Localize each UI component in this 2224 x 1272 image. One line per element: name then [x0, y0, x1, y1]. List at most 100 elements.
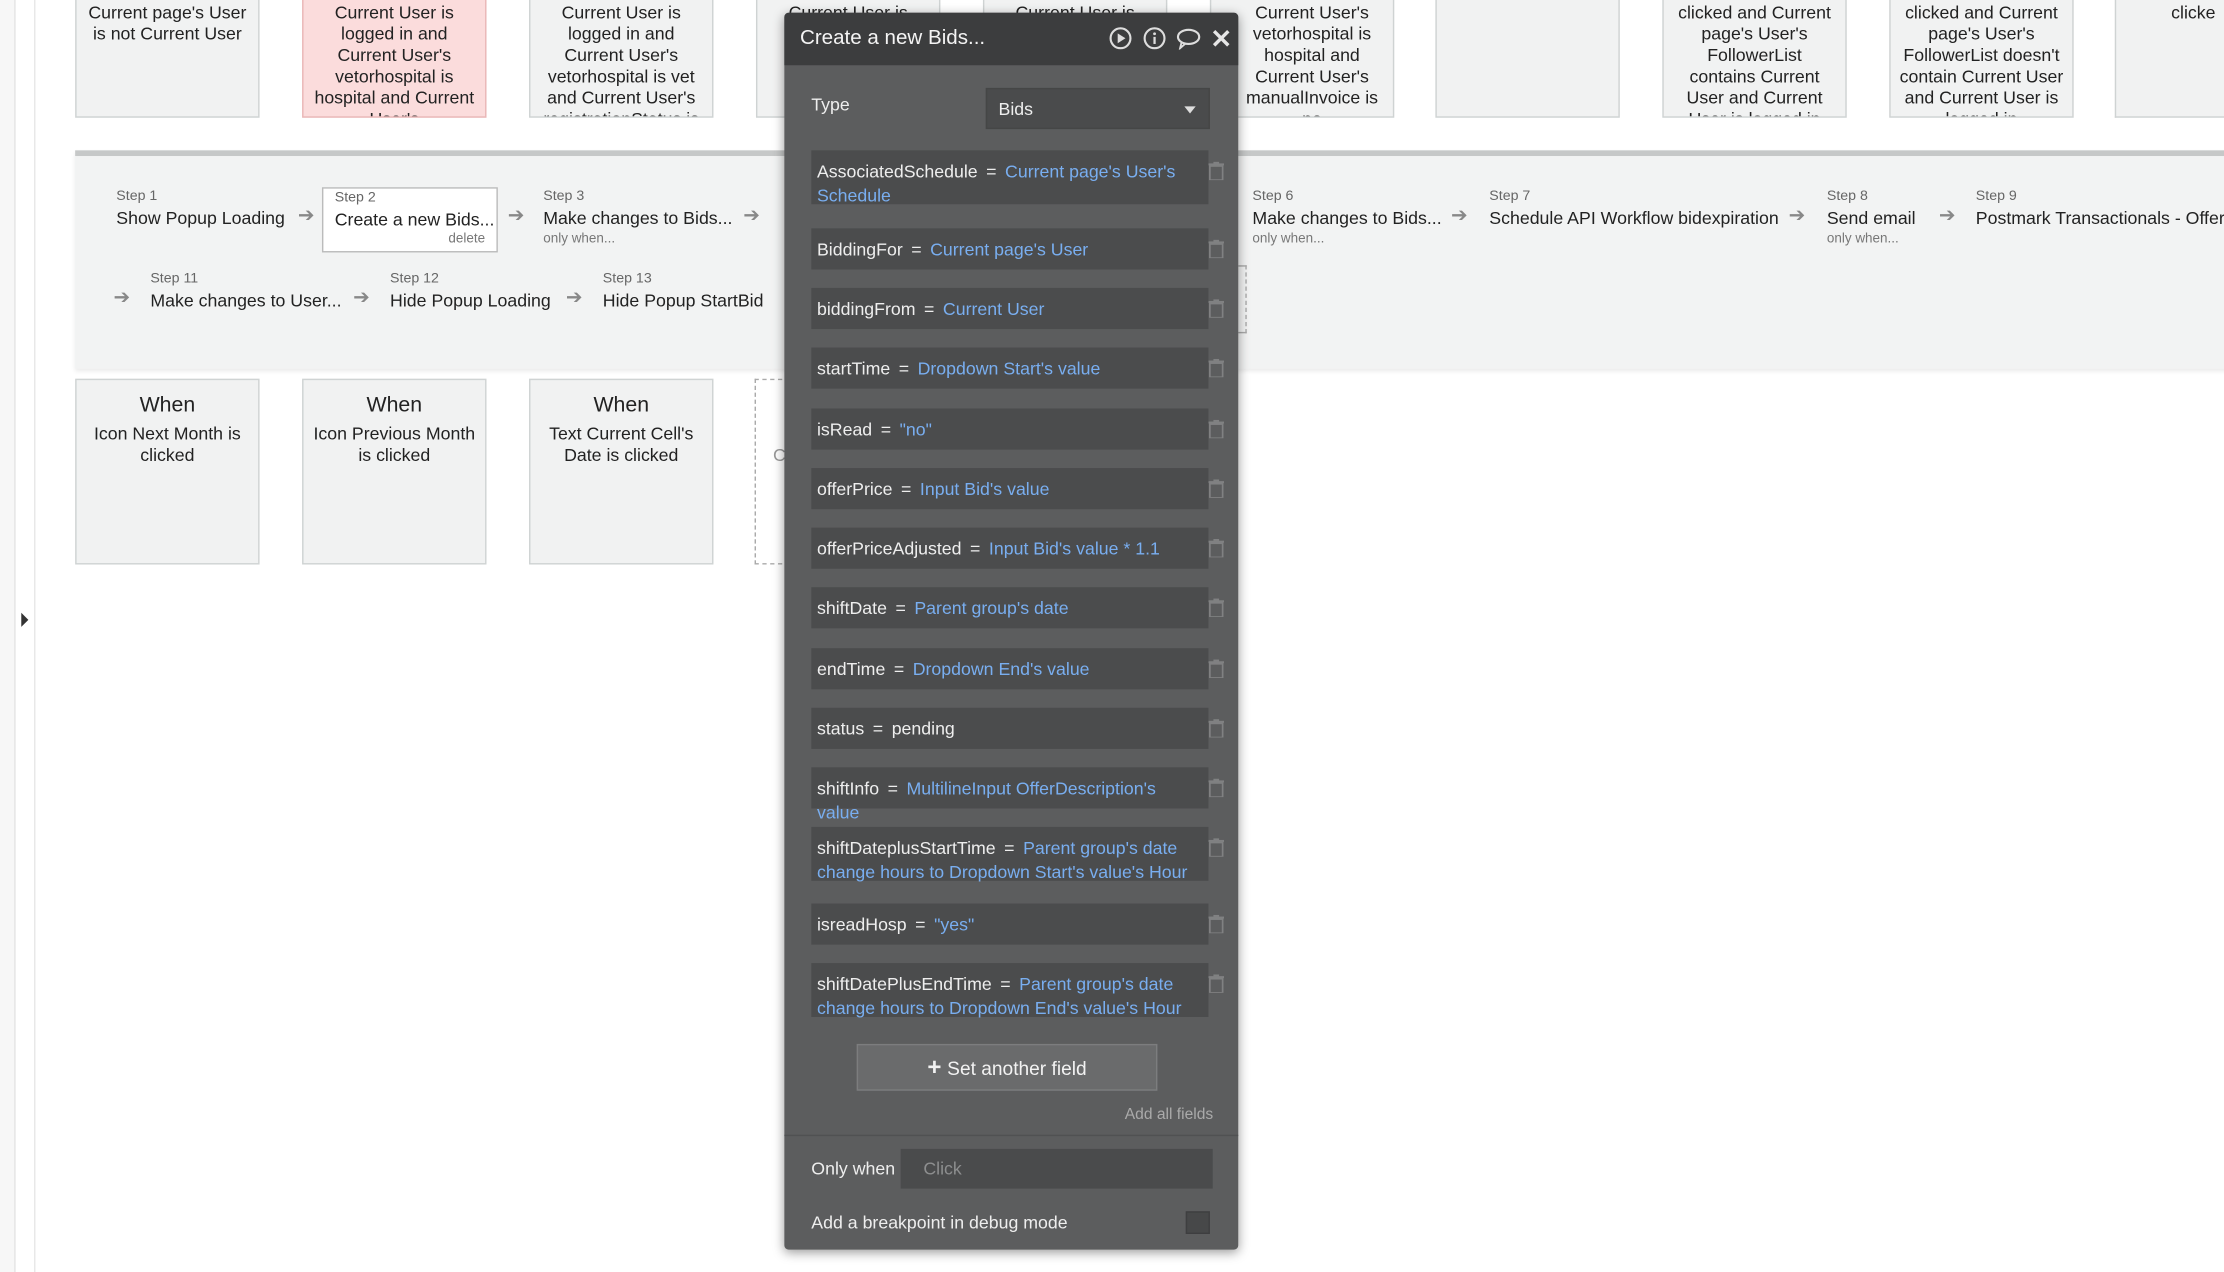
- trash-icon[interactable]: [1208, 659, 1225, 680]
- field-value-expression[interactable]: Dropdown Start's value: [918, 359, 1101, 379]
- field-row[interactable]: offerPrice = Input Bid's value: [811, 468, 1209, 510]
- field-value-expression[interactable]: Current User: [943, 299, 1044, 319]
- comment-icon[interactable]: [1176, 27, 1202, 51]
- event-card[interactable]: When Icon Next Month is clicked: [75, 378, 260, 565]
- field-value-expression[interactable]: Input Bid's value: [920, 479, 1050, 499]
- only-when-input[interactable]: Click: [900, 1148, 1213, 1189]
- play-icon[interactable]: [1109, 27, 1132, 50]
- field-value-expression[interactable]: Input Bid's value * 1.1: [989, 539, 1160, 559]
- field-row[interactable]: isRead = "no": [811, 408, 1209, 450]
- field-name: shiftDateplusStartTime: [816, 838, 996, 859]
- field-equals: =: [898, 358, 910, 379]
- close-icon[interactable]: [1210, 27, 1233, 50]
- create-thing-action-editor: Create a new Bids... Type Bids Associate…: [784, 12, 1239, 1250]
- add-all-fields-link[interactable]: Add all fields: [1125, 1106, 1213, 1123]
- field-name: isreadHosp: [816, 914, 907, 935]
- editor-title: Create a new Bids...: [799, 26, 986, 50]
- workflow-step[interactable]: Step 3 Make changes to Bids... only when…: [543, 189, 732, 247]
- trash-icon[interactable]: [1208, 914, 1225, 935]
- set-another-field-button[interactable]: + Set another field: [856, 1043, 1158, 1091]
- field-row[interactable]: shiftDateplusStartTime = Parent group's da…: [811, 826, 1209, 882]
- trash-icon[interactable]: [1208, 479, 1225, 499]
- event-card[interactable]: When Text Current Cell's Date is clicked: [529, 378, 714, 565]
- field-name: isRead: [816, 419, 873, 440]
- arrow-right-icon: ➔: [507, 202, 525, 226]
- event-card[interactable]: Current User is logged in and Current Us…: [302, 0, 487, 118]
- field-name: shiftDatePlusEndTime: [816, 974, 992, 995]
- field-equals: =: [986, 161, 997, 182]
- workflow-step[interactable]: Step 12 Hide Popup Loading: [390, 271, 551, 311]
- arrow-right-icon: ➔: [565, 285, 583, 308]
- delete-step-link[interactable]: delete: [448, 231, 485, 247]
- workflow-step[interactable]: Step 8 Send email only when...: [1827, 189, 1916, 247]
- field-row[interactable]: shiftDate = Parent group's date: [811, 587, 1209, 629]
- sidebar-divider: [34, 0, 36, 1272]
- field-row[interactable]: offerPriceAdjusted = Input Bid's value * 1…: [811, 527, 1209, 569]
- field-row[interactable]: isreadHosp = "yes": [811, 903, 1209, 945]
- event-card[interactable]: Current User is logged in and Current Us…: [529, 0, 714, 118]
- event-card[interactable]: clicked and Current page's User's Follow…: [1662, 0, 1847, 118]
- trash-icon[interactable]: [1208, 358, 1225, 379]
- arrow-right-icon: ➔: [1938, 202, 1956, 226]
- add-step-placeholder[interactable]: [1238, 265, 1247, 334]
- trash-icon[interactable]: [1208, 538, 1225, 559]
- field-row[interactable]: shiftDatePlusEndTime = Parent group's date…: [811, 963, 1209, 1018]
- field-row[interactable]: AssociatedSchedule = Current page's User's…: [811, 150, 1209, 206]
- field-name: shiftInfo: [816, 778, 880, 799]
- field-row[interactable]: endTime = Dropdown End's value: [811, 648, 1209, 690]
- field-row[interactable]: BiddingFor = Current page's User: [811, 228, 1209, 270]
- event-card[interactable]: clicke: [2114, 0, 2224, 118]
- field-equals: =: [887, 778, 898, 799]
- workflow-step[interactable]: Step 11 Make changes to User...: [150, 271, 341, 311]
- workflow-step[interactable]: Step 9 Postmark Transactionals - Offer R: [1976, 189, 2224, 229]
- event-card[interactable]: clicked and Current page's User's Follow…: [1889, 0, 2074, 118]
- field-row[interactable]: biddingFrom = Current User: [811, 287, 1209, 330]
- field-row[interactable]: shiftInfo = MultilineInput OfferDescriptio…: [811, 767, 1209, 823]
- trash-icon[interactable]: [1208, 974, 1225, 994]
- editor-header: Create a new Bids...: [784, 12, 1239, 66]
- chevron-down-icon: [1184, 106, 1196, 114]
- trash-icon[interactable]: [1208, 299, 1225, 319]
- field-name: shiftDate: [816, 598, 887, 619]
- expand-caret-icon[interactable]: [21, 612, 29, 627]
- type-dropdown[interactable]: Bids: [985, 87, 1210, 130]
- trash-icon[interactable]: [1208, 598, 1225, 619]
- field-name: BiddingFor: [816, 239, 903, 260]
- workflow-step[interactable]: Step 1 Show Popup Loading: [116, 189, 285, 229]
- field-value-expression[interactable]: pending: [892, 719, 955, 739]
- field-equals: =: [915, 914, 926, 935]
- event-card[interactable]: [1435, 0, 1620, 118]
- trash-icon[interactable]: [1208, 778, 1225, 799]
- type-label: Type: [811, 95, 850, 115]
- arrow-right-icon: ➔: [297, 202, 315, 226]
- trash-icon[interactable]: [1208, 161, 1225, 182]
- breakpoint-checkbox[interactable]: [1185, 1211, 1210, 1234]
- field-equals: =: [911, 239, 922, 260]
- field-value-expression[interactable]: Parent group's date: [914, 599, 1068, 619]
- field-equals: =: [880, 419, 892, 440]
- field-row[interactable]: startTime = Dropdown Start's value: [811, 347, 1209, 389]
- field-value-expression[interactable]: Current page's User: [930, 240, 1088, 260]
- arrow-right-icon: ➔: [743, 202, 760, 226]
- workflow-step[interactable]: Step 7 Schedule API Workflow bidexpirati…: [1489, 189, 1778, 229]
- field-value-expression[interactable]: Dropdown End's value: [913, 660, 1090, 680]
- field-name: status: [816, 719, 865, 739]
- field-equals: =: [893, 659, 905, 680]
- field-value-expression[interactable]: "no": [900, 420, 932, 440]
- event-card[interactable]: When Icon Previous Month is clicked: [302, 378, 487, 565]
- trash-icon[interactable]: [1208, 239, 1225, 260]
- trash-icon[interactable]: [1208, 838, 1225, 858]
- event-card[interactable]: Current page's User is not Current User: [75, 0, 260, 118]
- workflow-step[interactable]: Step 6 Make changes to Bids... only when…: [1252, 189, 1441, 247]
- arrow-right-icon: ➔: [1450, 202, 1468, 226]
- trash-icon[interactable]: [1208, 719, 1225, 739]
- workflow-step[interactable]: Step 13 Hide Popup StartBid: [603, 271, 764, 311]
- field-name: startTime: [816, 358, 891, 379]
- field-value-expression[interactable]: "yes": [934, 915, 974, 935]
- only-when-label: Only when: [811, 1158, 896, 1179]
- info-icon[interactable]: [1143, 27, 1166, 50]
- field-equals: =: [895, 598, 906, 619]
- field-row[interactable]: status = pending: [811, 707, 1209, 749]
- trash-icon[interactable]: [1208, 419, 1225, 440]
- workflow-step-selected[interactable]: Step 2 Create a new Bids... delete: [321, 187, 498, 253]
